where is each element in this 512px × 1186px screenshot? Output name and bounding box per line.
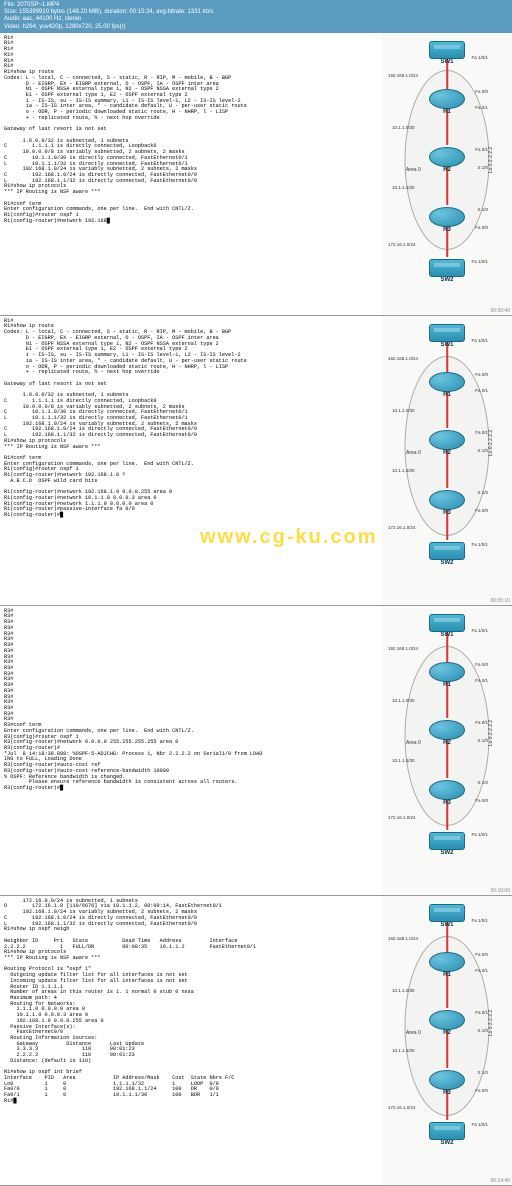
lbl-net-mid1: 10.1.1.0/30	[392, 125, 415, 130]
loopback-label: Lo 0.2.2.2.2	[488, 147, 494, 173]
loopback-label: Lo 0.2.2.2.2	[488, 1010, 494, 1036]
device-r1: R1	[429, 952, 465, 978]
file-line-1: File: 2070SP~1.MP4	[4, 2, 508, 9]
area-label: Area 0	[406, 450, 421, 456]
lbl-fa100: Fa 1/0/1	[471, 55, 488, 60]
panel-2: R1# R1#show ip route Codes: L - local, C…	[0, 316, 512, 606]
file-line-2: Size: 155399910 bytes (148.20 MiB), dura…	[4, 9, 508, 16]
area-label: Area 0	[406, 740, 421, 746]
device-r3: R3	[429, 207, 465, 233]
lbl-net-mid2: 10.1.1.4/30	[392, 185, 415, 190]
device-sw1: SW1	[429, 41, 465, 65]
device-r1: R1	[429, 662, 465, 688]
lbl-fa100-b: Fa 1/0/1	[471, 259, 488, 264]
topology-diagram-2: Area 0 Lo 0.2.2.2.2 SW1 R1 R2 R3 SW2 192…	[382, 316, 512, 605]
device-r1: R1	[429, 372, 465, 398]
file-info-overlay: File: 2070SP~1.MP4 Size: 155399910 bytes…	[0, 0, 512, 33]
panel-1: R1# R1# R1# R1# R1# R1# R1#show ip route…	[0, 33, 512, 316]
device-r3: R3	[429, 1070, 465, 1096]
loopback-label: Lo 0.2.2.2.2	[488, 720, 494, 746]
lbl-fa00-r3: Fa 0/0	[475, 225, 488, 230]
file-line-4: Video: h264, yuv420p, 1280x720, 25.00 fp…	[4, 24, 508, 31]
lbl-fa01-r1: Fa 0/1	[475, 105, 488, 110]
file-line-3: Audio: aac, 44100 Hz, stereo	[4, 16, 508, 23]
device-r2: R2	[429, 147, 465, 173]
terminal-output-3[interactable]: R3# R3# R3# R3# R3# R3# R3# R3# R3# R3# …	[0, 606, 382, 895]
device-sw2: SW2	[429, 832, 465, 856]
device-sw2: SW2	[429, 1122, 465, 1146]
lbl-net-top: 192.168.1.0/24	[388, 73, 418, 78]
device-sw1: SW1	[429, 904, 465, 928]
area-label: Area 0	[406, 167, 421, 173]
terminal-output-1[interactable]: R1# R1# R1# R1# R1# R1# R1#show ip route…	[0, 33, 382, 315]
device-r3: R3	[429, 490, 465, 516]
device-r2: R2	[429, 1010, 465, 1036]
device-sw2: SW2	[429, 542, 465, 566]
lbl-fa00-r1: Fa 0/0	[475, 89, 488, 94]
device-sw2: SW2	[429, 259, 465, 283]
device-r2: R2	[429, 720, 465, 746]
timestamp-3: 00:10:00	[491, 888, 510, 894]
device-r1: R1	[429, 89, 465, 115]
lbl-s10-r2: S 1/0	[477, 165, 488, 170]
device-r3: R3	[429, 780, 465, 806]
lbl-net-bot: 172.16.1.0/24	[388, 242, 416, 247]
device-r2: R2	[429, 430, 465, 456]
lbl-s10-r3: S 1/0	[477, 207, 488, 212]
area-label: Area 0	[406, 1030, 421, 1036]
loopback-label: Lo 0.2.2.2.2	[488, 430, 494, 456]
panel-4: 172.16.0.0/24 is subnetted, 1 subnets O …	[0, 896, 512, 1186]
topology-diagram-3: Area 0 Lo 0.2.2.2.2 SW1 R1 R2 R3 SW2 192…	[382, 606, 512, 895]
terminal-output-2[interactable]: R1# R1#show ip route Codes: L - local, C…	[0, 316, 382, 605]
timestamp-1: 00:00:40	[491, 308, 510, 314]
timestamp-2: 00:05:10	[491, 598, 510, 604]
timestamp-4: 00:14:45	[491, 1178, 510, 1184]
panel-3: R3# R3# R3# R3# R3# R3# R3# R3# R3# R3# …	[0, 606, 512, 896]
device-sw1: SW1	[429, 324, 465, 348]
lbl-fa01-r2: Fa 0/1	[475, 147, 488, 152]
terminal-output-4[interactable]: 172.16.0.0/24 is subnetted, 1 subnets O …	[0, 896, 382, 1185]
topology-diagram-1: Area 0 Lo 0.2.2.2.2 SW1 R1 R2 R3 SW2 192…	[382, 33, 512, 315]
device-sw1: SW1	[429, 614, 465, 638]
topology-diagram-4: Area 0 Lo 0.2.2.2.2 SW1 R1 R2 R3 SW2 192…	[382, 896, 512, 1185]
